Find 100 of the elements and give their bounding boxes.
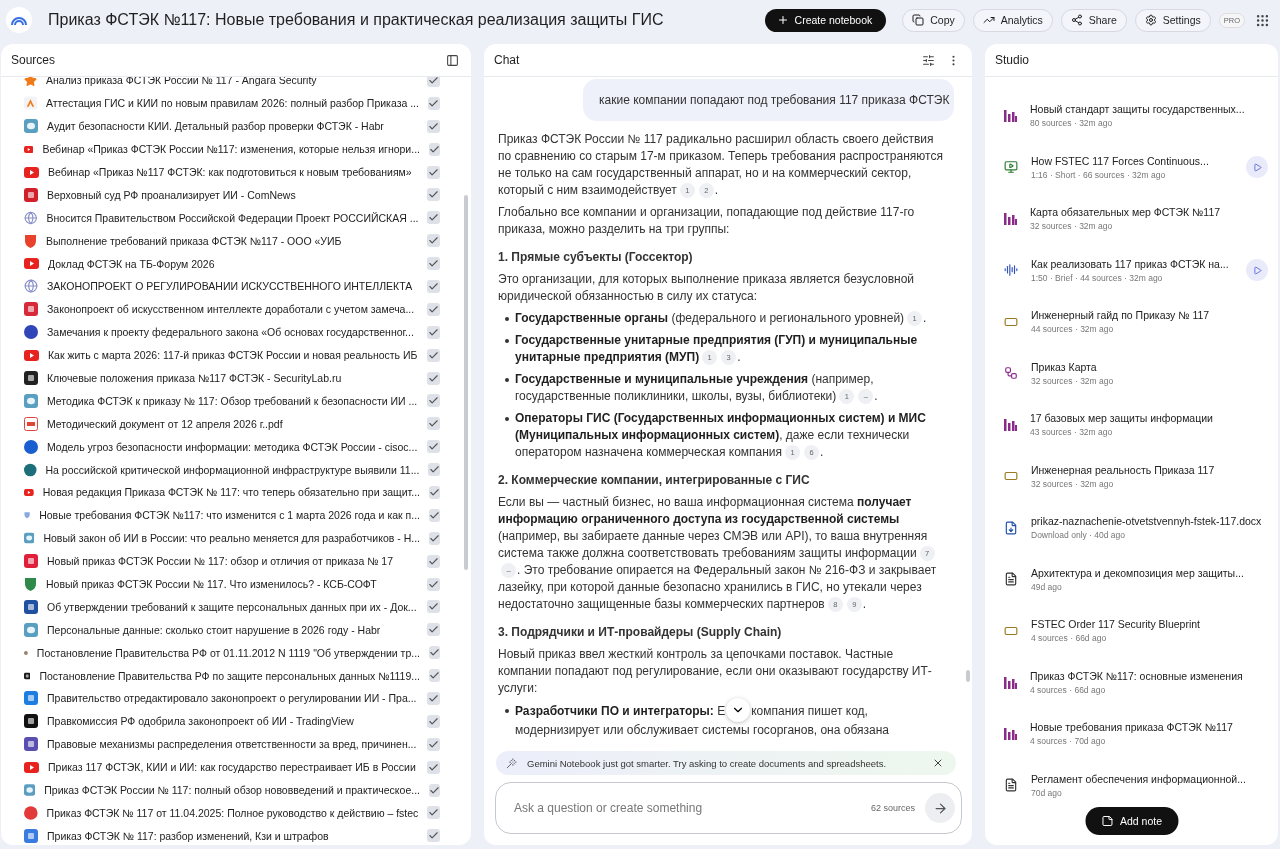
source-title[interactable]: Вебинар «Приказ №117 ФСТЭК: как подготовиться к новым требованиям» (48, 166, 418, 178)
copy-button[interactable]: Copy (902, 8, 965, 32)
add-note-button[interactable]: Add note (1085, 807, 1178, 835)
source-title[interactable]: Модель угроз безопасности информации: методика ФСТЭК России - cisoc... (47, 440, 418, 453)
source-checkbox[interactable] (429, 508, 440, 522)
source-checkbox[interactable] (427, 829, 440, 843)
source-checkbox[interactable] (429, 531, 440, 545)
source-title[interactable]: Как жить с марта 2026: 117-й приказ ФСТЭК России и новая реальность ИБ (48, 349, 418, 362)
source-title[interactable]: Постановление Правительства РФ от 01.11.2012 N 1119 "Об утверждении тр... (36, 646, 420, 659)
artifact-title[interactable]: Архитектура и декомпозиция мер защиты... (1031, 566, 1268, 579)
analytics-button[interactable]: Analytics (972, 8, 1053, 32)
artifact-title[interactable]: Приказ Карта (1031, 360, 1268, 373)
artifact-title[interactable]: Регламент обеспечения информационной... (1031, 772, 1268, 785)
source-checkbox[interactable] (427, 440, 440, 454)
source-checkbox[interactable] (427, 119, 440, 133)
artifact-title[interactable]: Инженерный гайд по Приказу № 117 (1031, 309, 1268, 322)
source-title[interactable]: Вносится Правительством Российской Федерации Проект РОССИЙСКАЯ ... (46, 211, 419, 224)
artifact-title[interactable]: Новый стандарт защиты государственных... (1030, 103, 1268, 116)
source-title[interactable]: Правительство отредактировало законопроект о регулировании ИИ - Пра... (47, 692, 418, 705)
source-checkbox[interactable] (427, 257, 440, 271)
source-checkbox[interactable] (427, 760, 440, 774)
source-title[interactable]: Правкомиссия РФ одобрила законопроект об ИИ - TradingView (47, 715, 418, 728)
source-title[interactable]: Выполнение требований приказа ФСТЭК №117 - ООО «УИБ (46, 234, 418, 247)
source-checkbox[interactable] (427, 279, 440, 293)
source-checkbox[interactable] (429, 485, 440, 499)
source-checkbox[interactable] (427, 77, 440, 87)
source-checkbox[interactable] (429, 669, 440, 683)
source-checkbox[interactable] (427, 394, 440, 408)
create-notebook-button[interactable]: Create notebook (764, 8, 887, 32)
source-checkbox[interactable] (427, 234, 440, 248)
source-title[interactable]: Законопроект об искусственном интеллекте доработали с учетом замеча... (47, 303, 418, 316)
logo-icon[interactable] (6, 7, 32, 33)
source-title[interactable]: Персональные данные: сколько стоит нарушение в 2026 году - Habr (47, 623, 418, 636)
source-checkbox[interactable] (427, 554, 440, 568)
source-title[interactable]: Новая редакция Приказа ФСТЭК № 117: что теперь обязательно при защит... (42, 486, 420, 499)
source-title[interactable]: Методический документ от 12 апреля 2026 г..pdf (47, 417, 418, 430)
share-icon (1070, 14, 1083, 26)
source-title[interactable]: Методика ФСТЭК к приказу № 117: Обзор требований к безопасности ИИ ... (47, 394, 418, 407)
source-title[interactable]: Ключевые положения приказа №117 ФСТЭК - SecurityLab.ru (47, 372, 418, 384)
scroll-down-button[interactable] (726, 698, 751, 722)
source-title[interactable]: Аттестация ГИС и КИИ по новым правилам 2026: полный разбор Приказа ... (45, 97, 419, 110)
source-title[interactable]: Об утверждении требований к защите персональных данных при их - Док... (47, 600, 418, 613)
source-title[interactable]: Приказ 117 ФСТЭК, КИИ и ИИ: как государство перестраивает ИБ в России (48, 761, 418, 774)
source-checkbox[interactable] (427, 577, 440, 591)
check-icon (428, 77, 439, 86)
artifact-title[interactable]: FSTEC Order 117 Security Blueprint (1031, 618, 1268, 631)
artifact-title[interactable]: 17 базовых мер защиты информации (1030, 412, 1268, 425)
source-checkbox[interactable] (427, 623, 440, 637)
source-checkbox[interactable] (427, 737, 440, 751)
settings-button[interactable]: Settings (1134, 8, 1211, 32)
source-checkbox[interactable] (429, 783, 440, 797)
artifact-title[interactable]: Приказ ФСТЭК №117: основные изменения (1030, 669, 1268, 682)
scrollbar-thumb[interactable] (966, 670, 970, 682)
source-title[interactable]: Замечания к проекту федерального закона «Об основах государственног... (47, 326, 418, 339)
source-title[interactable]: Доклад ФСТЭК на ТБ-Форум 2026 (48, 257, 418, 270)
share-button[interactable]: Share (1060, 8, 1127, 32)
source-title[interactable]: Приказ ФСТЭК № 117: разбор изменений, Кзи и штрафов (47, 829, 418, 842)
source-checkbox[interactable] (427, 96, 440, 110)
source-title[interactable]: На российской критической информационной инфраструктуре выявили 11... (45, 463, 420, 476)
send-button[interactable] (925, 793, 955, 823)
source-checkbox[interactable] (427, 600, 440, 614)
source-title[interactable]: Аудит безопасности КИИ. Детальный разбор проверки ФСТЭК - Habr (47, 120, 418, 133)
artifact-title[interactable]: Как реализовать 117 приказ ФСТЭК на... (1031, 257, 1233, 270)
source-checkbox[interactable] (427, 714, 440, 728)
check-icon (429, 784, 440, 796)
source-title[interactable]: Приказ ФСТЭК России № 117: полный обзор нововведений и практическое... (44, 784, 420, 797)
source-title[interactable]: Новый приказ ФСТЭК России № 117. Что изменилось? - КСБ-СОФТ (46, 578, 418, 591)
source-checkbox[interactable] (427, 188, 440, 202)
audio-wave-icon (1004, 263, 1018, 278)
source-title[interactable]: Новые требования ФСТЭК №117: что изменится с 1 марта 2026 года и как п... (39, 509, 420, 522)
source-title[interactable]: Верховный суд РФ проанализирует ИИ - ComNews (47, 188, 418, 201)
video-play-icon (24, 166, 39, 178)
source-checkbox[interactable] (427, 692, 440, 705)
artifact-title[interactable]: Новые требования приказа ФСТЭК №117 (1030, 721, 1268, 734)
source-checkbox[interactable] (427, 417, 440, 431)
source-title[interactable]: ЗАКОНОПРОЕКТ О РЕГУЛИРОВАНИИ ИСКУССТВЕННОГО ИНТЕЛЛЕКТА (47, 280, 418, 293)
artifact-title[interactable]: Карта обязательных мер ФСТЭК №117 (1030, 206, 1268, 219)
source-checkbox[interactable] (427, 806, 440, 820)
scrollbar-thumb[interactable] (464, 195, 468, 570)
source-checkbox[interactable] (428, 463, 440, 477)
question-field[interactable]: Ask a question or create something (512, 800, 861, 816)
artifact-title[interactable]: Инженерная реальность Приказа 117 (1031, 463, 1268, 476)
artifact-title[interactable]: prikaz-naznachenie-otvetstvennyh-fstek-117.docx (1031, 515, 1268, 528)
source-checkbox[interactable] (427, 348, 440, 362)
source-title[interactable]: Анализ приказа ФСТЭК России № 117 - Angara Security (46, 77, 418, 87)
artifact-title[interactable]: How FSTEC 117 Forces Continuous... (1031, 154, 1233, 167)
source-checkbox[interactable] (427, 325, 440, 339)
source-checkbox[interactable] (427, 211, 440, 225)
source-title[interactable]: Вебинар «Приказ ФСТЭК России №117: изменения, которые нельзя игнори... (42, 143, 420, 156)
source-checkbox[interactable] (429, 142, 440, 156)
source-title[interactable]: Новый закон об ИИ в России: что реально меняется для разработчиков - Н... (43, 532, 420, 545)
source-title[interactable]: Правовые механизмы распределения ответственности за вред, причинен... (47, 738, 418, 751)
source-title[interactable]: Постановление Правительства РФ по защите персональных данных №1119... (39, 669, 420, 682)
source-title[interactable]: Новый приказ ФСТЭК России № 117: обзор и отличия от приказа № 17 (47, 555, 418, 568)
check-icon (428, 715, 439, 727)
source-checkbox[interactable] (427, 371, 440, 385)
source-checkbox[interactable] (427, 165, 440, 179)
source-title[interactable]: Приказ ФСТЭК № 117 от 11.04.2025: Полное руководство к действию – fstec (46, 806, 419, 819)
source-checkbox[interactable] (429, 646, 440, 660)
source-checkbox[interactable] (427, 302, 440, 316)
